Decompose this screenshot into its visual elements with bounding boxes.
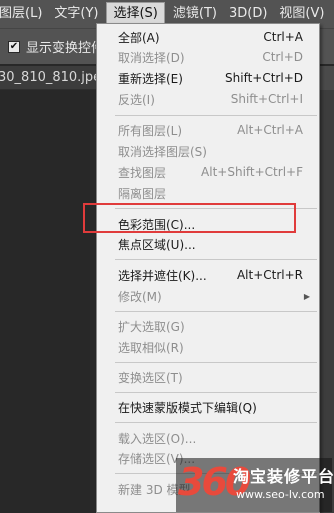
menu-item-grow[interactable]: 扩大选取(G) bbox=[97, 316, 319, 336]
menu-separator bbox=[115, 259, 317, 260]
menu-item-color-range[interactable]: 色彩范围(C)... bbox=[97, 214, 319, 234]
menu-item-shortcut: Shift+Ctrl+D bbox=[225, 71, 303, 85]
menu-item-load-selection[interactable]: 载入选区(O)... bbox=[97, 428, 319, 448]
show-transform-controls-checkbox[interactable]: ✔ bbox=[8, 40, 20, 53]
menu-item-deselect-layers[interactable]: 取消选择图层(S) bbox=[97, 141, 319, 161]
menu-item-label: 重新选择(E) bbox=[118, 71, 183, 86]
menu-item-shortcut: Alt+Ctrl+R bbox=[236, 268, 303, 282]
menu-item-label: 在快速蒙版模式下编辑(Q) bbox=[118, 400, 257, 415]
menu-item-focus-area[interactable]: 焦点区域(U)... bbox=[97, 234, 319, 254]
menu-item-quick-mask[interactable]: 在快速蒙版模式下编辑(Q) bbox=[97, 397, 319, 417]
menu-item-select-all[interactable]: 全部(A) Ctrl+A bbox=[97, 27, 319, 47]
menu-item-label: 选取相似(R) bbox=[118, 340, 184, 355]
menu-item-label: 全部(A) bbox=[118, 30, 160, 45]
menu-layer[interactable]: 图层(L) bbox=[0, 0, 48, 28]
show-transform-controls-label: 显示变换控件 bbox=[26, 41, 105, 56]
menu-separator bbox=[115, 311, 317, 312]
menu-item-label: 查找图层 bbox=[118, 165, 167, 180]
menu-item-shortcut: Alt+Shift+Ctrl+F bbox=[201, 165, 303, 179]
menu-item-shortcut: Shift+Ctrl+I bbox=[230, 92, 303, 106]
menu-separator bbox=[115, 362, 317, 363]
menu-item-inverse[interactable]: 反选(I) Shift+Ctrl+I bbox=[97, 89, 319, 109]
menu-item-label: 隔离图层 bbox=[118, 186, 167, 201]
menu-item-label: 修改(M) bbox=[118, 289, 162, 304]
menu-separator bbox=[115, 392, 317, 393]
menu-item-label: 取消选择图层(S) bbox=[118, 144, 207, 159]
menu-item-transform-selection[interactable]: 变换选区(T) bbox=[97, 367, 319, 387]
menu-item-label: 所有图层(L) bbox=[118, 123, 183, 138]
menu-item-modify[interactable]: 修改(M) ▶ bbox=[97, 286, 319, 306]
menu-item-reselect[interactable]: 重新选择(E) Shift+Ctrl+D bbox=[97, 68, 319, 88]
menu-item-shortcut: Ctrl+A bbox=[263, 30, 303, 44]
menu-item-find-layers[interactable]: 查找图层 Alt+Shift+Ctrl+F bbox=[97, 162, 319, 182]
menu-item-select-and-mask[interactable]: 选择并遮住(K)... Alt+Ctrl+R bbox=[97, 265, 319, 285]
menu-separator bbox=[115, 115, 317, 116]
menu-item-label: 扩大选取(G) bbox=[118, 319, 185, 334]
submenu-arrow-icon: ▶ bbox=[303, 291, 310, 301]
watermark-url: www.seo-lv.com bbox=[236, 488, 325, 501]
tab-bar-edge bbox=[320, 66, 334, 90]
menu-separator bbox=[115, 208, 317, 209]
right-panel-strip bbox=[320, 90, 334, 513]
menu-item-label: 变换选区(T) bbox=[118, 370, 183, 385]
menu-item-all-layers[interactable]: 所有图层(L) Alt+Ctrl+A bbox=[97, 120, 319, 140]
menu-item-label: 选择并遮住(K)... bbox=[118, 268, 207, 283]
menu-separator bbox=[115, 422, 317, 423]
watermark-title: 淘宝装修平台 bbox=[233, 467, 334, 486]
menu-item-label: 取消选择(D) bbox=[118, 50, 185, 65]
menu-item-label: 载入选区(O)... bbox=[118, 431, 197, 446]
menu-item-label: 焦点区域(U)... bbox=[118, 237, 196, 252]
menu-item-shortcut: Ctrl+D bbox=[262, 50, 303, 64]
menu-item-isolate-layers[interactable]: 隔离图层 bbox=[97, 183, 319, 203]
menu-item-shortcut: Alt+Ctrl+A bbox=[237, 123, 303, 137]
menu-item-similar[interactable]: 选取相似(R) bbox=[97, 337, 319, 357]
select-menu-dropdown: 全部(A) Ctrl+A 取消选择(D) Ctrl+D 重新选择(E) Shif… bbox=[96, 23, 320, 513]
menu-item-label: 反选(I) bbox=[118, 92, 155, 107]
menu-item-label: 色彩范围(C)... bbox=[118, 217, 196, 232]
menu-item-deselect[interactable]: 取消选择(D) Ctrl+D bbox=[97, 47, 319, 67]
